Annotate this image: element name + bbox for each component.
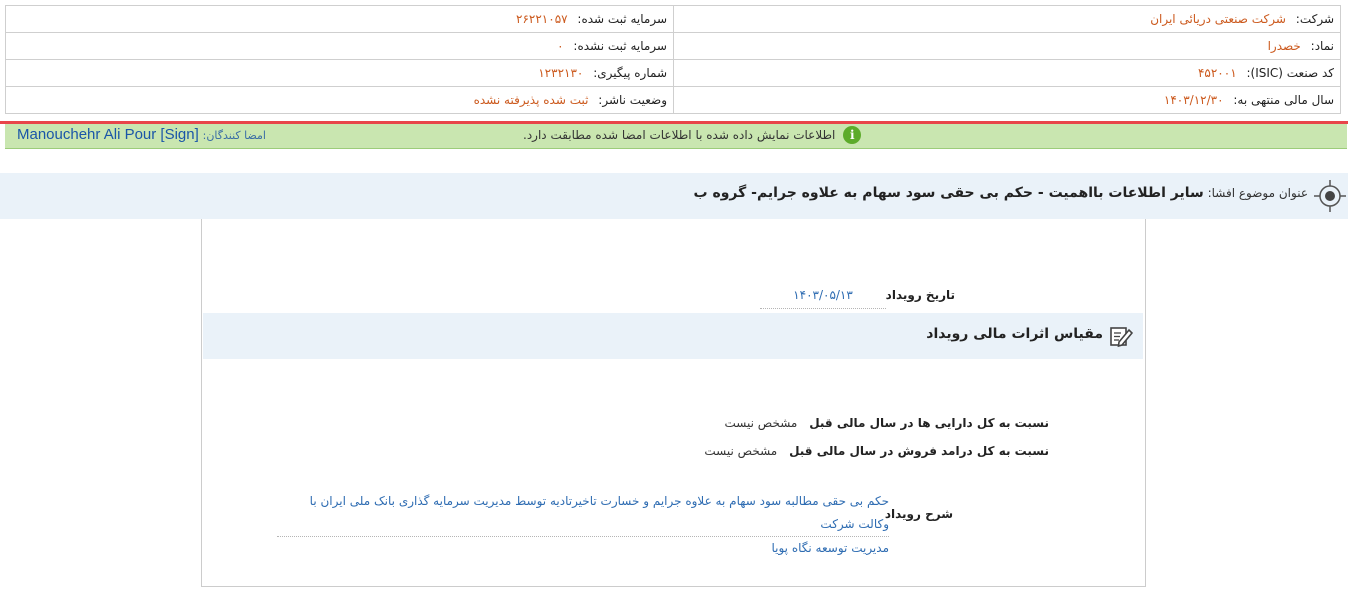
signer-name-link[interactable]: Manouchehr Ali Pour [Sign] xyxy=(17,126,199,143)
fiscal-year-label: سال مالی منتهی به: xyxy=(1233,93,1334,107)
description-line-2: مدیریت توسعه نگاه پویا xyxy=(771,541,889,555)
publisher-status-value: ثبت شده پذیرفته نشده xyxy=(473,93,589,107)
description-line-1: حکم بی حقی مطالبه سود سهام به علاوه جرای… xyxy=(277,490,889,537)
registered-capital-label: سرمایه ثبت شده: xyxy=(577,12,667,26)
info-row: کد صنعت (ISIC): ۴۵۲۰۰۱ شماره پیگیری: ۱۲۳… xyxy=(5,59,1341,87)
info-icon: i xyxy=(843,126,862,144)
assets-ratio-label: نسبت به کل دارایی ها در سال مالی قبل xyxy=(809,416,1049,430)
subject-heading: عنوان موضوع افشا: سایر اطلاعات بااهمیت -… xyxy=(694,185,1309,201)
revenue-ratio-value: مشخص نیست xyxy=(704,444,778,458)
signature-bar: امضا کنندگان: Manouchehr Ali Pour [Sign]… xyxy=(5,124,1347,149)
subject-label: عنوان موضوع افشا: xyxy=(1207,186,1308,200)
event-description: حکم بی حقی مطالبه سود سهام به علاوه جرای… xyxy=(277,490,889,560)
unregistered-capital-value: ۰ xyxy=(557,39,564,53)
unregistered-capital-cell: سرمایه ثبت نشده: ۰ xyxy=(5,32,674,60)
publisher-status-label: وضعیت ناشر: xyxy=(598,93,667,107)
isic-value: ۴۵۲۰۰۱ xyxy=(1197,66,1237,80)
signers-label: امضا کنندگان: xyxy=(202,129,266,142)
revenue-ratio-row: نسبت به کل درامد فروش در سال مالی قبل مش… xyxy=(704,444,1049,458)
tracking-cell: شماره پیگیری: ۱۲۳۲۱۳۰ xyxy=(5,59,674,87)
event-date-label: تاریخ رویداد xyxy=(886,288,955,302)
symbol-cell: نماد: خصدرا xyxy=(673,32,1341,60)
publisher-status-cell: وضعیت ناشر: ثبت شده پذیرفته نشده xyxy=(5,86,674,114)
isic-cell: کد صنعت (ISIC): ۴۵۲۰۰۱ xyxy=(673,59,1341,87)
signers: امضا کنندگان: Manouchehr Ali Pour [Sign] xyxy=(13,126,266,143)
isic-label: کد صنعت (ISIC): xyxy=(1246,66,1334,80)
signature-match-text: اطلاعات نمایش داده شده با اطلاعات امضا ش… xyxy=(523,128,836,142)
event-date-value: ۱۴۰۳/۰۵/۱۳ xyxy=(760,286,886,309)
info-row: شرکت: شرکت صنعتی دریائی ایران سرمایه ثبت… xyxy=(5,5,1341,33)
edit-icon xyxy=(1110,327,1133,348)
assets-ratio-row: نسبت به کل دارایی ها در سال مالی قبل مشخ… xyxy=(725,416,1049,430)
company-value[interactable]: شرکت صنعتی دریائی ایران xyxy=(1150,12,1286,26)
revenue-ratio-label: نسبت به کل درامد فروش در سال مالی قبل xyxy=(789,444,1049,458)
info-row: نماد: خصدرا سرمایه ثبت نشده: ۰ xyxy=(5,32,1341,60)
company-cell: شرکت: شرکت صنعتی دریائی ایران xyxy=(673,5,1341,33)
financial-effects-title: مقیاس اثرات مالی رویداد xyxy=(926,326,1103,342)
tracking-label: شماره پیگیری: xyxy=(593,66,667,80)
financial-effects-header: مقیاس اثرات مالی رویداد xyxy=(203,313,1143,359)
fiscal-year-value: ۱۴۰۳/۱۲/۳۰ xyxy=(1163,93,1224,107)
target-icon xyxy=(1314,180,1346,212)
company-info-table: شرکت: شرکت صنعتی دریائی ایران سرمایه ثبت… xyxy=(5,5,1341,114)
info-row: سال مالی منتهی به: ۱۴۰۳/۱۲/۳۰ وضعیت ناشر… xyxy=(5,86,1341,114)
event-date-label-text: تاریخ رویداد xyxy=(885,288,955,302)
subject-title: سایر اطلاعات بااهمیت - حکم بی حقی سود سه… xyxy=(693,185,1204,201)
symbol-label: نماد: xyxy=(1310,39,1334,53)
unregistered-capital-label: سرمایه ثبت نشده: xyxy=(573,39,667,53)
registered-capital-value: ۲۶۲۲۱۰۵۷ xyxy=(516,12,568,26)
fiscal-year-cell: سال مالی منتهی به: ۱۴۰۳/۱۲/۳۰ xyxy=(673,86,1341,114)
company-label: شرکت: xyxy=(1295,12,1334,26)
description-label: شرح رویداد xyxy=(885,507,953,521)
symbol-value[interactable]: خصدرا xyxy=(1268,39,1301,53)
tracking-value: ۱۲۳۲۱۳۰ xyxy=(538,66,584,80)
subject-bar: عنوان موضوع افشا: سایر اطلاعات بااهمیت -… xyxy=(0,173,1348,219)
disclosure-content: تاریخ رویداد ۱۴۰۳/۰۵/۱۳ مقیاس اثرات مالی… xyxy=(201,219,1146,587)
signature-match-message: i اطلاعات نمایش داده شده با اطلاعات امضا… xyxy=(523,126,862,144)
registered-capital-cell: سرمایه ثبت شده: ۲۶۲۲۱۰۵۷ xyxy=(5,5,674,33)
description-label-text: شرح رویداد xyxy=(884,507,953,521)
assets-ratio-value: مشخص نیست xyxy=(724,416,798,430)
